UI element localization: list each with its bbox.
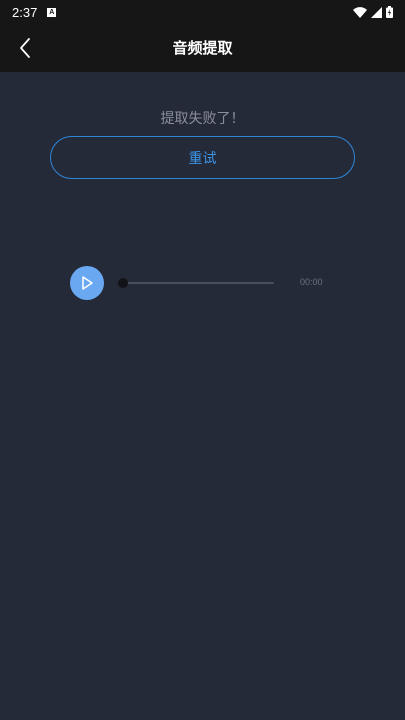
wifi-icon bbox=[353, 6, 367, 18]
seek-track[interactable] bbox=[123, 282, 274, 284]
signal-icon bbox=[371, 6, 382, 18]
page-title: 音频提取 bbox=[172, 39, 233, 57]
play-button[interactable] bbox=[70, 266, 104, 300]
status-time: 2:37 bbox=[12, 4, 38, 20]
play-icon bbox=[82, 276, 93, 290]
status-icons bbox=[353, 6, 393, 18]
error-message: 提取失败了！ bbox=[160, 111, 245, 127]
battery-icon bbox=[386, 6, 393, 18]
time-label: 00:00 bbox=[300, 277, 323, 287]
a-box-icon: A bbox=[47, 7, 57, 17]
seek-thumb[interactable] bbox=[118, 278, 128, 288]
audio-player: 00:00 bbox=[70, 266, 330, 300]
status-bar: 2:37 A bbox=[0, 0, 405, 24]
retry-button[interactable]: 重试 bbox=[50, 136, 355, 179]
app-bar: 音频提取 bbox=[0, 24, 405, 72]
retry-button-label: 重试 bbox=[188, 150, 217, 167]
